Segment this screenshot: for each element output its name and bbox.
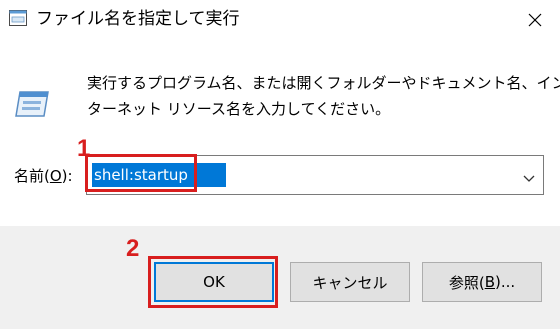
annotation-step-2: 2 — [126, 235, 140, 262]
description-line: ターネット リソース名を入力してください。 — [87, 100, 391, 118]
button-bar: OK キャンセル 参照(B)... — [0, 226, 560, 329]
name-input[interactable] — [92, 163, 226, 187]
title-bar: ファイル名を指定して実行 — [0, 0, 560, 40]
browse-label-accesskey: B — [484, 273, 495, 291]
close-button[interactable] — [510, 0, 560, 40]
browse-label-prefix: 参照( — [448, 273, 485, 292]
name-combobox[interactable] — [86, 155, 544, 195]
close-icon — [528, 13, 542, 27]
description-text: 実行するプログラム名、または開くフォルダーやドキュメント名、イン ターネット リ… — [87, 70, 560, 122]
name-label-suffix: ): — [61, 167, 73, 185]
name-label: 名前(O): — [14, 166, 73, 186]
name-label-accesskey: O — [49, 167, 62, 185]
run-dialog-icon — [9, 10, 27, 26]
cancel-button[interactable]: キャンセル — [290, 262, 410, 302]
browse-button[interactable]: 参照(B)... — [422, 262, 542, 302]
description-line: 実行するプログラム名、または開くフォルダーやドキュメント名、イン — [87, 74, 560, 92]
run-program-icon — [14, 84, 54, 124]
dialog-content: 実行するプログラム名、または開くフォルダーやドキュメント名、イン ターネット リ… — [0, 40, 560, 226]
name-label-prefix: 名前( — [14, 167, 50, 185]
ok-button[interactable]: OK — [154, 262, 274, 302]
chevron-down-icon[interactable] — [523, 169, 535, 182]
browse-label-suffix: )... — [495, 273, 516, 291]
window-title: ファイル名を指定して実行 — [36, 9, 240, 29]
annotation-step-1: 1 — [77, 135, 91, 162]
